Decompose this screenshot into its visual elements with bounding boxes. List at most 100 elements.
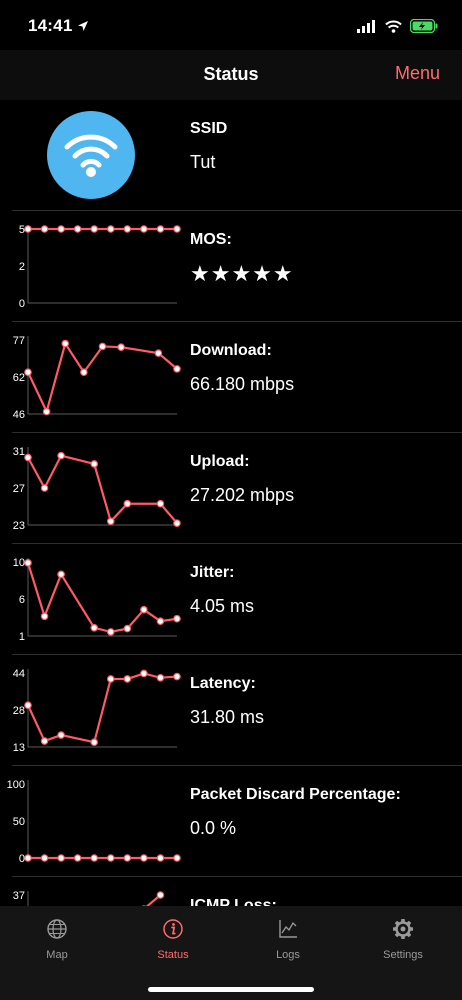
data-point: [173, 365, 181, 373]
metric-value: 4.05 ms: [190, 596, 255, 616]
location-arrow-icon: [78, 21, 88, 31]
tab-label: Settings: [383, 949, 423, 961]
data-point: [57, 570, 65, 579]
data-point: [173, 225, 181, 233]
metric-row: 100 50 0 Packet Discard Percentage: 0.0 %: [0, 766, 462, 877]
metric-row: 5 2 0 MOS: ★★★★★: [0, 211, 462, 322]
info-icon: [163, 919, 183, 939]
tab-logs[interactable]: Logs: [248, 918, 328, 961]
chart-axis: [27, 558, 177, 637]
globe-icon: [47, 919, 67, 939]
metric-chart: 5 2 0: [19, 224, 181, 310]
data-point: [90, 738, 99, 747]
tick-label: 46: [13, 409, 25, 421]
data-point: [90, 854, 99, 862]
status-list[interactable]: SSID Tut 5 2 0 MOS: ★★★★★ 77 62 46 Download: 66.1…: [0, 100, 462, 906]
metric-value: ★★★★★: [190, 261, 294, 286]
tab-map[interactable]: Map: [17, 918, 97, 961]
tick-label: 37: [13, 890, 25, 902]
data-point: [90, 460, 99, 468]
data-point: [40, 854, 49, 862]
metric-label: ICMP Loss:: [190, 897, 277, 906]
tab-status[interactable]: Status: [133, 918, 213, 961]
data-point: [156, 617, 165, 626]
tick-label: 62: [13, 372, 25, 384]
data-point: [24, 368, 32, 377]
metric-value: 27.202 mbps: [190, 485, 295, 505]
metric-row: 37 ICMP Loss:: [0, 877, 462, 906]
data-point: [123, 225, 132, 233]
metric-label: Jitter:: [190, 564, 235, 581]
data-point: [123, 624, 132, 633]
data-point: [40, 225, 49, 233]
tab-label: Logs: [276, 949, 300, 961]
tick-label: 27: [13, 483, 25, 495]
data-point: [57, 451, 65, 460]
gear-icon: [393, 919, 413, 939]
tick-label: 0: [19, 298, 25, 310]
metric-chart: 10 6 1: [13, 557, 181, 643]
tick-label: 5: [19, 224, 25, 236]
data-point: [24, 559, 32, 567]
data-point: [106, 225, 115, 233]
chart-icon: [279, 920, 297, 938]
status-bar: 14:41: [0, 0, 462, 50]
data-point: [98, 342, 107, 351]
tick-label: 77: [13, 335, 25, 347]
metric-chart: 44 28 13: [13, 668, 181, 754]
metric-value: 0.0 %: [190, 818, 237, 838]
metric-chart: 31 27 23: [13, 446, 181, 532]
tab-settings[interactable]: Settings: [363, 918, 443, 961]
tick-label: 50: [13, 816, 25, 828]
wifi-badge: [47, 111, 135, 199]
data-point: [140, 669, 148, 678]
series-line: [145, 894, 162, 906]
wifi-icon: [385, 20, 402, 33]
tick-label: 100: [7, 779, 25, 791]
battery-charging-icon: [410, 19, 438, 33]
metric-chart: 37: [13, 890, 165, 906]
data-point: [106, 628, 115, 636]
data-point: [73, 854, 82, 862]
tab-bar: Map Status Logs Settings: [0, 906, 462, 1000]
data-point: [173, 519, 181, 527]
series-line: [27, 454, 178, 524]
data-point: [173, 614, 181, 623]
data-point: [40, 612, 49, 621]
tab-label: Map: [46, 949, 68, 961]
wifi-icon: [64, 134, 118, 177]
cellular-signal-icon: [357, 19, 375, 33]
chart-axis: [27, 447, 177, 526]
data-point: [117, 343, 125, 351]
data-point: [61, 339, 70, 348]
series-line: [27, 672, 178, 744]
navigation-bar: Status Menu: [0, 50, 462, 100]
metric-label: Upload:: [190, 453, 250, 470]
home-indicator: [148, 987, 314, 992]
metric-label: MOS:: [190, 231, 232, 248]
tick-label: 44: [13, 668, 25, 680]
metric-row: 31 27 23 Upload: 27.202 mbps: [0, 433, 462, 544]
metric-label: Download:: [190, 342, 272, 359]
data-point: [106, 854, 115, 862]
data-point: [24, 701, 32, 710]
data-point: [57, 731, 65, 739]
data-point: [173, 672, 181, 681]
metric-chart: 100 50 0: [7, 779, 181, 865]
tab-label: Status: [157, 949, 189, 961]
tick-label: 0: [19, 853, 25, 865]
tick-label: 31: [13, 446, 25, 458]
data-point: [156, 499, 165, 508]
data-point: [57, 854, 65, 862]
data-point: [154, 349, 163, 357]
data-point: [123, 675, 132, 683]
data-point: [90, 623, 99, 632]
menu-button[interactable]: Menu: [395, 63, 440, 84]
metric-row: 77 62 46 Download: 66.180 mbps: [0, 322, 462, 433]
data-point: [156, 854, 165, 862]
data-point: [123, 499, 132, 508]
data-point: [57, 225, 65, 233]
ssid-value: Tut: [190, 152, 216, 172]
data-point: [24, 453, 32, 462]
data-point: [156, 225, 165, 233]
